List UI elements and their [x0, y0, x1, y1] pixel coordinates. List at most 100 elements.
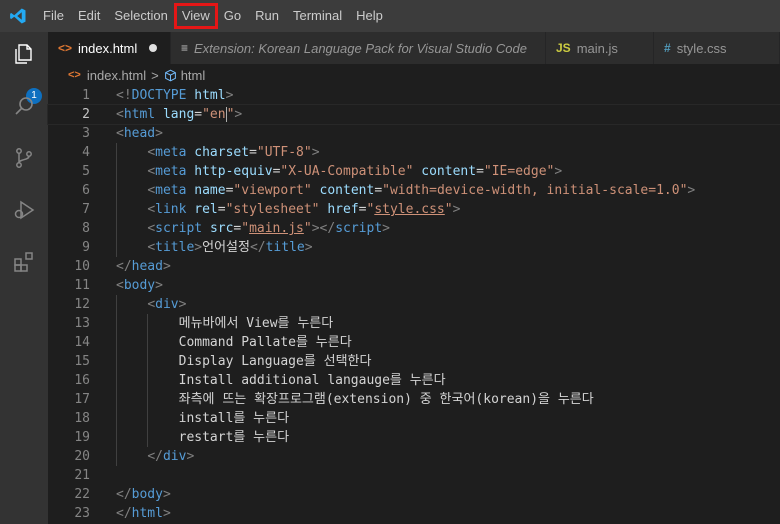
search-icon[interactable]: [12, 94, 36, 118]
code-token: meta: [155, 183, 187, 198]
menu-go[interactable]: Go: [217, 4, 248, 28]
source-control-icon[interactable]: [12, 146, 36, 170]
code-token: lang: [162, 107, 195, 122]
code-text: Install additional langauge를 누른다: [116, 371, 446, 390]
unsaved-dot-icon[interactable]: [149, 44, 158, 52]
code-line[interactable]: 6 <meta name="viewport" content="width=d…: [48, 181, 780, 200]
code-line[interactable]: 17 좌측에 뜨는 확장프로그램(extension) 중 한국어(korean…: [48, 390, 780, 409]
editor-tab-bar: <> index.html ≡ Extension: Korean Language …: [48, 32, 780, 64]
code-line[interactable]: 14 Command Pallate를 누른다: [48, 333, 780, 352]
line-number: 16: [74, 373, 90, 388]
menu-terminal[interactable]: Terminal: [286, 4, 349, 28]
menu-run[interactable]: Run: [248, 4, 286, 28]
code-text: install를 누른다: [116, 409, 289, 428]
line-number: 10: [74, 259, 90, 274]
code-line[interactable]: 22 </body>: [48, 485, 780, 504]
code-token: head: [131, 259, 163, 274]
code-line[interactable]: 5 <meta http-equiv = "X-UA-Compatible" con…: [48, 162, 780, 181]
code-token: html: [194, 88, 226, 103]
menu-edit[interactable]: Edit: [71, 4, 107, 28]
extensions-icon[interactable]: [12, 250, 36, 274]
code-line[interactable]: 21: [48, 466, 780, 485]
code-line[interactable]: 8 <script src="main.js"></script>: [48, 219, 780, 238]
code-line[interactable]: 2 <html lang="en">: [47, 104, 780, 125]
code-token: main.js: [249, 221, 304, 236]
breadcrumb-element[interactable]: html: [181, 68, 206, 83]
code-token: head: [123, 126, 156, 141]
code-text: <body>: [116, 276, 163, 295]
line-number: 5: [82, 164, 90, 179]
code-token: </: [147, 449, 163, 464]
code-token: body: [131, 487, 163, 502]
code-line[interactable]: 20 </div>: [48, 447, 780, 466]
code-line[interactable]: 18 install를 누른다: [48, 409, 780, 428]
code-line[interactable]: 19 restart를 누른다: [48, 428, 780, 447]
code-token: >: [186, 449, 195, 464]
code-token: </: [116, 487, 132, 502]
run-debug-icon[interactable]: [12, 198, 36, 222]
code-line[interactable]: 13 메뉴바에서 View를 누른다: [48, 314, 780, 333]
code-line[interactable]: 12 <div>: [48, 295, 780, 314]
code-token: html: [131, 506, 163, 521]
code-text: <!DOCTYPE html>: [116, 86, 233, 105]
menu-file[interactable]: File: [36, 4, 71, 28]
code-token: rel: [194, 202, 218, 217]
code-token: "X-UA-Compatible": [280, 164, 414, 179]
line-number: 18: [74, 411, 90, 426]
tab-index-html[interactable]: <> index.html: [48, 32, 171, 64]
code-text: <head>: [116, 124, 163, 143]
code-token: body: [123, 278, 156, 293]
breadcrumb-separator: >: [151, 67, 159, 83]
code-line[interactable]: 3 <head>: [48, 124, 780, 143]
vscode-logo-icon: [0, 0, 36, 32]
menu-view[interactable]: View: [173, 3, 218, 29]
tab-extension-korean-language-pack-for-visual-studio-code[interactable]: ≡ Extension: Korean Language Pack for Vis…: [171, 32, 546, 64]
line-number: 3: [82, 126, 90, 141]
menu-help[interactable]: Help: [349, 4, 390, 28]
line-number: 23: [74, 506, 90, 521]
code-token: http-equiv: [194, 164, 273, 179]
code-line[interactable]: 1 <!DOCTYPE html>: [48, 86, 780, 105]
code-editor[interactable]: 1 <!DOCTYPE html> 2 <html lang="en"> 3 <head>…: [47, 86, 780, 524]
code-line[interactable]: 7 <link rel="stylesheet" href="style.css…: [48, 200, 780, 219]
extension-doc-icon: ≡: [181, 41, 189, 55]
tab-style-css[interactable]: # style.css: [654, 32, 780, 64]
code-token: >: [234, 107, 243, 122]
line-number: 2: [82, 107, 90, 122]
code-text: </div>: [116, 447, 194, 466]
tab-label: style.css: [676, 40, 727, 56]
code-token: >: [382, 221, 390, 236]
code-line[interactable]: 11 <body>: [48, 276, 780, 295]
tab-main-js[interactable]: JS main.js: [546, 32, 654, 64]
line-number: 12: [74, 297, 90, 312]
code-text: restart를 누른다: [116, 428, 289, 447]
code-text: <title>언어설정</title>: [116, 238, 312, 257]
code-token: <: [116, 278, 124, 293]
code-token: "stylesheet": [225, 202, 320, 217]
breadcrumb: <> index.html > html: [48, 64, 780, 86]
line-number: 17: [74, 392, 90, 407]
code-line[interactable]: 16 Install additional langauge를 누른다: [48, 371, 780, 390]
line-number: 11: [74, 278, 90, 293]
code-line[interactable]: 4 <meta charset="UTF-8">: [48, 143, 780, 162]
code-text: Display Language를 선택한다: [116, 352, 372, 371]
code-text: <div>: [116, 295, 186, 314]
line-number: 9: [82, 240, 90, 255]
code-token: style.css: [374, 202, 445, 217]
code-token: "en: [202, 107, 226, 122]
code-token: charset: [194, 145, 250, 160]
code-text: <meta http-equiv = "X-UA-Compatible" conte…: [116, 162, 562, 181]
code-text: 좌측에 뜨는 확장프로그램(extension) 중 한국어(korean)을 …: [116, 390, 594, 409]
code-line[interactable]: 10 </head>: [48, 257, 780, 276]
explorer-icon[interactable]: [12, 42, 36, 66]
code-token: <: [116, 126, 124, 141]
menu-selection[interactable]: Selection: [107, 4, 174, 28]
breadcrumb-file[interactable]: index.html: [87, 68, 146, 83]
code-token: <: [147, 145, 156, 160]
code-token: src: [209, 221, 234, 236]
code-line[interactable]: 9 <title>언어설정</title>: [48, 238, 780, 257]
code-line[interactable]: 15 Display Language를 선택한다: [48, 352, 780, 371]
code-line[interactable]: 23 </html>: [48, 504, 780, 523]
